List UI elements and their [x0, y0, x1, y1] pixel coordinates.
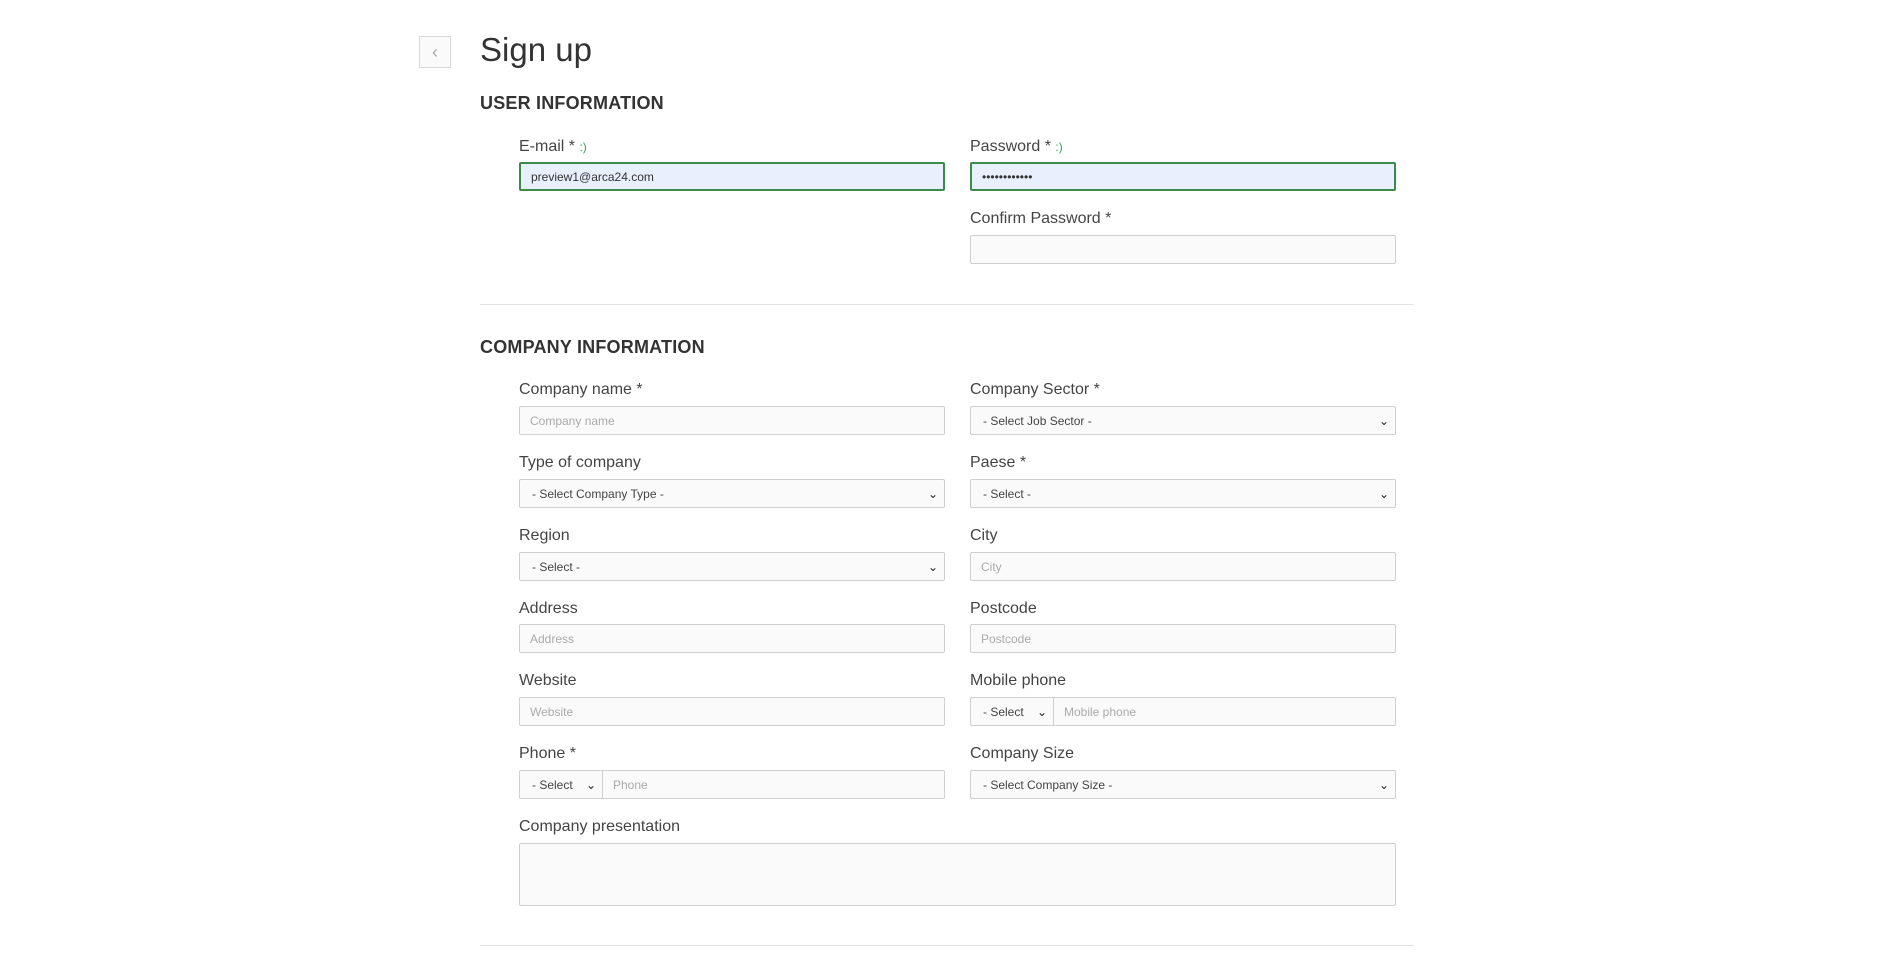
confirm-password-label: Confirm Password *: [970, 210, 1112, 227]
back-button[interactable]: ‹: [419, 36, 451, 68]
country-select[interactable]: - Select - ⌄: [970, 479, 1396, 508]
chevron-left-icon: ‹: [432, 41, 438, 62]
company-presentation-textarea[interactable]: [519, 843, 1396, 906]
address-field[interactable]: [519, 624, 945, 653]
email-hint: :): [579, 140, 587, 154]
website-label: Website: [519, 672, 577, 689]
mobile-phone-prefix-value: - Select: [983, 704, 1024, 719]
chevron-down-icon: ⌄: [1378, 413, 1389, 428]
chevron-down-icon: ⌄: [927, 486, 938, 501]
company-name-label: Company name *: [519, 381, 643, 398]
company-sector-label: Company Sector *: [970, 381, 1100, 398]
company-presentation-label: Company presentation: [519, 818, 680, 835]
country-value: - Select -: [983, 486, 1032, 501]
password-field[interactable]: [970, 162, 1396, 191]
confirm-password-field[interactable]: [970, 235, 1396, 264]
company-type-value: - Select Company Type -: [532, 486, 664, 501]
email-label: E-mail * :): [519, 138, 587, 155]
company-size-select[interactable]: - Select Company Size - ⌄: [970, 770, 1396, 799]
region-label: Region: [519, 527, 570, 544]
phone-label: Phone *: [519, 745, 576, 762]
postcode-field[interactable]: [970, 624, 1396, 653]
city-label: City: [970, 527, 998, 544]
password-label: Password * :): [970, 138, 1063, 155]
company-sector-value: - Select Job Sector -: [983, 413, 1092, 428]
chevron-down-icon: ⌄: [927, 559, 938, 574]
chevron-down-icon: ⌄: [1378, 777, 1389, 792]
page-title: Sign up: [480, 31, 592, 68]
mobile-phone-prefix-select[interactable]: - Select ⌄: [970, 697, 1054, 726]
company-sector-select[interactable]: - Select Job Sector - ⌄: [970, 406, 1396, 435]
mobile-phone-label: Mobile phone: [970, 672, 1067, 689]
chevron-down-icon: ⌄: [585, 777, 596, 792]
postcode-label: Postcode: [970, 600, 1037, 617]
section-divider: [480, 304, 1414, 305]
user-information-heading: USER INFORMATION: [480, 93, 664, 113]
company-size-label: Company Size: [970, 745, 1075, 762]
region-value: - Select -: [532, 559, 581, 574]
website-field[interactable]: [519, 697, 945, 726]
company-type-select[interactable]: - Select Company Type - ⌄: [519, 479, 945, 508]
region-select[interactable]: - Select - ⌄: [519, 552, 945, 581]
password-hint: :): [1055, 140, 1063, 154]
address-label: Address: [519, 600, 578, 617]
phone-prefix-select[interactable]: - Select ⌄: [519, 770, 603, 799]
company-name-field[interactable]: [519, 406, 945, 435]
chevron-down-icon: ⌄: [1378, 486, 1389, 501]
email-field[interactable]: [519, 162, 945, 191]
section-divider: [480, 945, 1414, 946]
phone-field[interactable]: [602, 770, 945, 799]
country-label: Paese *: [970, 454, 1027, 471]
phone-prefix-value: - Select: [532, 777, 573, 792]
company-information-heading: COMPANY INFORMATION: [480, 337, 705, 357]
mobile-phone-field[interactable]: [1053, 697, 1396, 726]
city-field[interactable]: [970, 552, 1396, 581]
chevron-down-icon: ⌄: [1036, 704, 1047, 719]
company-size-value: - Select Company Size -: [983, 777, 1113, 792]
company-type-label: Type of company: [519, 454, 641, 471]
